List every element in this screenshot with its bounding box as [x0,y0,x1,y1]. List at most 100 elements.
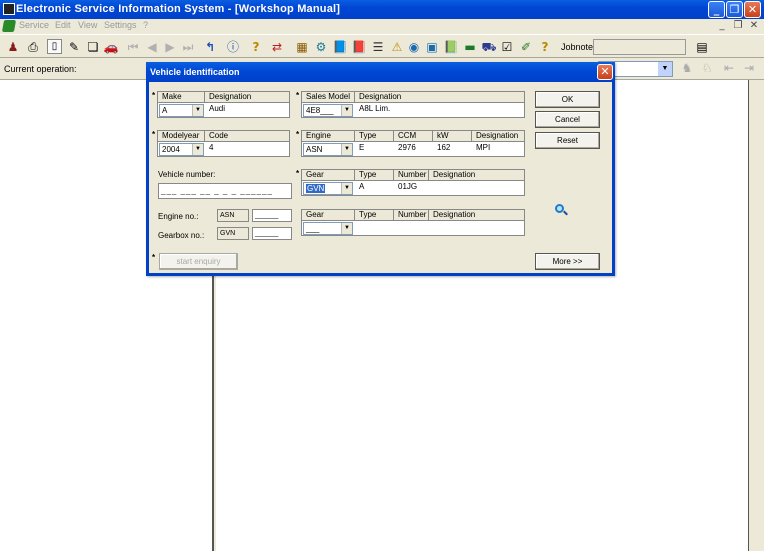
app-icon [3,3,15,15]
gear-select[interactable]: GVN ▼ [303,182,353,195]
start-enquiry-button[interactable]: start enquiry [159,253,238,270]
gear-icon[interactable]: ⚙ [312,38,330,56]
help-icon[interactable]: ? [247,38,265,56]
chevron-down-icon[interactable]: ▼ [341,144,352,155]
print-icon[interactable]: ⎙ [24,38,42,56]
red-book-icon[interactable]: 📕 [350,38,368,56]
make-header: Make [158,92,205,103]
engine-no-input[interactable]: ______ [252,209,292,222]
chevron-down-icon[interactable]: ▼ [658,62,672,76]
engine-select[interactable]: ASN ▼ [303,143,353,156]
person-alt-icon[interactable]: ♘ [698,61,716,77]
chevron-down-icon[interactable]: ▼ [341,183,352,194]
ok-button[interactable]: OK [535,91,600,108]
modelyear-select[interactable]: 2004 ▼ [159,143,204,156]
dialog-close-button[interactable]: ✕ [597,64,613,80]
menu-settings[interactable]: Settings [104,20,137,30]
engine-type-header: Type [355,131,394,142]
close-button[interactable]: ✕ [744,1,761,18]
required-marker: * [152,91,156,100]
last-page-icon[interactable]: ⏭ [179,38,197,56]
document-icon[interactable] [1,20,17,32]
cancel-button[interactable]: Cancel [535,111,600,128]
jobnote-field[interactable] [593,39,686,55]
minimize-button[interactable]: _ [708,1,725,18]
mdi-restore-button[interactable]: ❐ [732,20,744,32]
gear-number: 01JG [398,182,418,191]
reset-button[interactable]: Reset [535,132,600,149]
chevron-down-icon[interactable]: ▼ [341,223,352,234]
money-icon[interactable]: ▬ [461,38,479,56]
gearbox-no-input[interactable]: ______ [252,227,292,240]
module-icon[interactable]: ▦ [293,38,311,56]
save-icon[interactable]: ▣ [423,38,441,56]
toolbar: ♟ ⎙ ▯ ✎ ❏ 🚗 ⏮ ◀ ▶ ⏭ ↰ ⓘ ? ⇄ ▦ ⚙ 📘 📕 ☰ ⚠ … [0,34,764,58]
engine-type: E [359,143,365,152]
magnifier-icon[interactable] [555,204,568,216]
engine-header: Engine [302,131,355,142]
engine-value: ASN [306,145,323,154]
vertical-scrollbar[interactable] [748,80,764,551]
code-value: 4 [209,143,214,152]
make-grid: Make Designation A ▼ Audi [157,91,290,118]
gear-select-secondary[interactable]: ___ ▼ [303,222,353,235]
green-book-icon[interactable]: 📗 [442,38,460,56]
jobnote-label: Jobnote: [561,42,596,52]
mdi-minimize-button[interactable]: _ [716,20,728,32]
chevron-down-icon[interactable]: ▼ [341,105,352,116]
back-icon[interactable]: ↰ [201,38,219,56]
make-select[interactable]: A ▼ [159,104,204,117]
wrench-icon[interactable]: ✐ [517,38,535,56]
chevron-down-icon[interactable]: ▼ [192,144,203,155]
globe-icon[interactable]: ◉ [405,38,423,56]
required-marker: * [296,130,300,139]
edit-document-icon[interactable]: ✎ [65,38,83,56]
arrow-left-icon[interactable]: ⇤ [720,61,738,77]
vehicle-icon[interactable]: ⛟ [480,38,498,56]
dialog-title: Vehicle identification [150,67,240,77]
swap-icon[interactable]: ⇄ [268,38,286,56]
maximize-button[interactable]: ❐ [726,1,743,18]
modelyear-grid: Modelyear Code 2004 ▼ 4 [157,130,290,157]
gear-header: Gear [302,170,355,181]
person-icon[interactable]: ♞ [678,61,696,77]
arrow-right-icon[interactable]: ⇥ [740,61,758,77]
sales-model-value: 4E8___ [306,106,334,115]
more-button[interactable]: More >> [535,253,600,270]
make-designation: Audi [209,104,226,113]
car-icon[interactable]: 🚗 [102,38,120,56]
context-help-icon[interactable]: ? [536,38,554,56]
info-icon[interactable]: ⓘ [224,38,242,56]
menu-service[interactable]: Service [19,20,49,30]
sales-model-grid: Sales Model Designation 4E8___ ▼ A8L Lim… [301,91,525,118]
menu-edit[interactable]: Edit [55,20,71,30]
mechanic-icon[interactable]: ♟ [4,38,22,56]
gear-type-header: Type [355,170,394,181]
new-document-icon[interactable]: ▯ [47,39,62,54]
mdi-close-button[interactable]: ✕ [748,20,760,32]
jobnote-icon[interactable]: ▤ [693,38,711,56]
list-icon[interactable]: ☰ [369,38,387,56]
copy-document-icon[interactable]: ❏ [84,38,102,56]
gear-header: Gear [302,210,355,221]
checklist-icon[interactable]: ☑ [498,38,516,56]
previous-page-icon[interactable]: ◀ [143,38,161,56]
menu-help[interactable]: ? [143,20,148,30]
menu-view[interactable]: View [78,20,97,30]
make-designation-header: Designation [205,92,289,103]
gear-value: GVN [306,184,326,193]
sales-model-select[interactable]: 4E8___ ▼ [303,104,353,117]
next-page-icon[interactable]: ▶ [161,38,179,56]
dialog-title-bar: Vehicle identification ✕ [146,62,615,82]
engine-designation-header: Designation [472,131,524,142]
chevron-down-icon[interactable]: ▼ [192,105,203,116]
first-page-icon[interactable]: ⏮ [124,38,142,56]
book-icon[interactable]: 📘 [331,38,349,56]
engine-kw: 162 [437,143,451,152]
sales-model-header: Sales Model [302,92,355,103]
vehicle-number-input[interactable]: ___ ___ __ _ _ _ ______ [158,183,292,199]
required-marker: * [152,130,156,139]
warning-icon[interactable]: ⚠ [388,38,406,56]
gear-value: ___ [306,224,320,233]
window-title: Electronic Service Information System - … [16,3,341,15]
